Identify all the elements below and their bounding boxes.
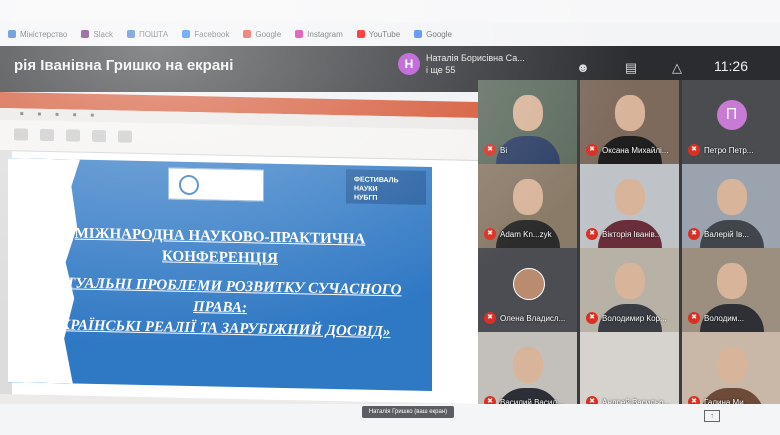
bookmark-item[interactable]: Google [414,30,452,39]
participant-tile[interactable]: ✖ Вікторія Іванів... [580,164,679,248]
bookmark-label: Instagram [307,29,343,39]
festival-badge: ФЕСТИВАЛЬ НАУКИ НУБГП [346,169,426,205]
participant-face [512,179,543,216]
chat-icon[interactable]: ▤ [622,60,640,76]
participant-tile[interactable]: ✖ Ві [478,80,577,164]
mic-muted-icon: ✖ [688,144,700,156]
participant-face [716,179,747,216]
participant-face [512,347,543,384]
participant-tile[interactable]: ✖ Валерій Ів... [682,164,780,248]
mic-muted-icon: ✖ [484,144,496,156]
ribbon-tab: ■ [90,112,95,119]
toolbar-icon [40,128,54,142]
bookmark-label: Google [255,29,282,39]
participant-avatar: П [716,100,747,130]
participant-tile[interactable]: ✖ Володимир Кор... [580,248,679,332]
slide-title-line: КОНФЕРЕНЦІЯ [162,248,278,267]
ribbon-tab: ■ [37,111,42,118]
activities-icon[interactable]: △ [668,60,686,76]
toolbar-icon [92,129,106,143]
presenter-title: рія Іванівна Гришко на екрані [14,57,234,74]
meet-screen: Міністерство Slack ПОШТА Facebook Google… [0,0,780,435]
meet-bottom-bar: Наталія Гришко (ваш екран) ↑ [0,404,780,435]
bookmark-item[interactable]: Slack [81,30,113,39]
participant-tile[interactable]: ✖ Володим... [682,248,780,332]
bookmark-item[interactable]: YouTube [356,29,401,39]
participant-name: Вікторія Іванів... [602,230,662,239]
mic-muted-icon: ✖ [688,228,700,240]
bookmark-item[interactable]: Міністерство [8,30,67,39]
participant-face [614,179,645,216]
participant-face [512,95,543,132]
mic-muted-icon: ✖ [586,228,598,240]
bookmark-icon [182,30,191,38]
bookmark-icon [81,30,90,38]
slide-logo [168,167,264,202]
mic-muted-icon: ✖ [688,312,700,324]
participant-tile[interactable]: ✖ Adam Kn...zyk [478,164,577,248]
participant-face [614,263,645,300]
toolbar-icon [14,128,28,141]
toolbar-icon [118,130,132,143]
bookmark-item[interactable]: Google [243,30,281,39]
participant-name: Adam Kn...zyk [500,230,552,239]
participant-tile[interactable]: ✖ Олена Владисл... [478,248,577,332]
bookmark-icon [126,30,135,38]
participant-avatar: Н [398,53,420,75]
toolbar-icon [66,129,80,142]
bookmark-label: Google [426,29,452,39]
mic-muted-icon: ✖ [484,228,496,240]
slide: ФЕСТИВАЛЬ НАУКИ НУБГП МІЖНАРОДНА НАУКОВО… [8,158,432,392]
ribbon-tab: ■ [72,112,77,119]
mic-muted-icon: ✖ [586,312,598,324]
bookmark-label: ПОШТА [138,29,169,39]
mic-muted-icon: ✖ [586,144,598,156]
presenting-caption: Наталія Гришко (ваш екран) [362,406,454,418]
bookmark-item[interactable]: Facebook [182,30,229,39]
participant-avatar [512,268,545,300]
badge-line: НУБГП [354,194,378,202]
bookmarks-bar: Міністерство Slack ПОШТА Facebook Google… [0,22,780,46]
clock: 11:26 [714,58,748,74]
participant-face [614,95,645,132]
bookmark-label: Slack [93,29,113,39]
bookmark-icon [356,30,365,38]
mic-muted-icon: ✖ [484,312,496,324]
bookmark-label: Міністерство [20,29,68,39]
people-icon[interactable]: ☻ [574,60,592,76]
bookmark-icon [414,30,423,38]
participant-name: Володим... [704,314,744,323]
participant-face [716,263,747,300]
browser-tab-strip [0,0,780,22]
participant-name: Володимир Кор... [602,314,667,323]
badge-line: ФЕСТИВАЛЬ НАУКИ [354,176,399,193]
participant-grid: ✖ Ві ✖ Оксана Михайлі... П ✖ Петро Петр... ✖ Ada… [478,80,780,416]
ribbon-tab: ■ [55,112,59,119]
participants-name: Наталія Борисівна Са... [426,53,525,63]
bookmark-label: Facebook [194,29,230,39]
bookmark-icon [295,30,304,38]
university-logo-icon [179,174,199,196]
ribbon-tab: ■ [20,111,24,118]
participant-tile[interactable]: ✖ Оксана Михайлі... [580,80,679,164]
bookmark-item[interactable]: ПОШТА [126,29,169,39]
participant-face [716,347,747,384]
participant-name: Валерій Ів... [704,230,749,239]
shared-presentation: ■ ■ ■ ■ ■ ФЕСТИВАЛЬ НАУКИ НУБГП МІЖНАРОД… [0,92,478,435]
slide-subtitle-line: УКРАЇНСЬКІ РЕАЛІЇ ТА ЗАРУБІЖНИЙ ДОСВІД» [49,317,391,341]
participant-name: Ві [500,146,508,155]
slide-decor-band [8,158,80,384]
participants-chip[interactable]: Н Наталія Борисівна Са... і ще 55 [398,52,525,76]
bookmark-item[interactable]: Instagram [295,30,343,39]
participant-name: Оксана Михайлі... [602,146,669,155]
bookmark-label: YouTube [368,29,401,39]
bookmark-icon [243,30,252,38]
present-screen-icon[interactable]: ↑ [704,410,720,422]
bookmark-icon [8,30,16,38]
participants-more: і ще 55 [426,65,456,75]
participant-name: Петро Петр... [704,146,754,155]
participant-tile[interactable]: П ✖ Петро Петр... [682,80,780,164]
participant-name: Олена Владисл... [500,314,566,323]
participants-summary: Наталія Борисівна Са... і ще 55 [426,52,525,76]
